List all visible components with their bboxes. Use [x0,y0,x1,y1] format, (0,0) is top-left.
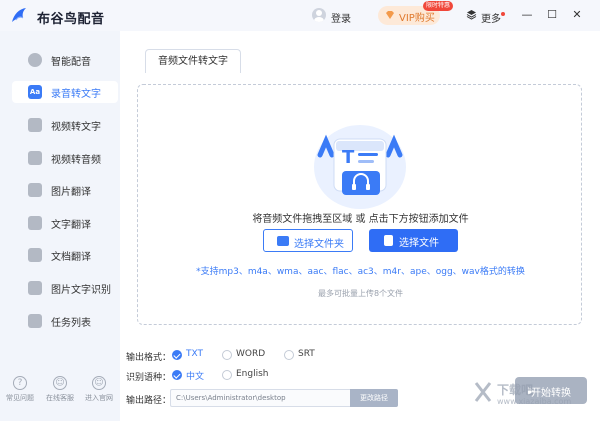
change-path-button[interactable]: 更改路径 [350,389,398,407]
upload-limit: 最多可批量上传8个文件 [317,289,404,298]
sidebar-item-document-translate[interactable]: 文档翻译 [12,244,118,266]
vip-promo-badge: 限时特惠 [423,1,454,11]
footer-label: 进入官网 [85,394,113,402]
main-panel: 音频文件转文字 T 将音频文件拖拽至区域 或 点击下方按钮添加文件 选择文件夹 … [120,31,600,421]
title-bar: 布谷鸟配音 登录 VIP购买 限时特惠 更多 — ☐ ✕ [0,0,600,31]
smart-dubbing-icon [28,53,42,67]
sidebar-item-label: 任务列表 [51,318,91,329]
document-translate-icon [28,248,42,262]
ocr-icon [28,281,42,295]
sidebar-item-label: 智能配音 [51,57,91,68]
sidebar-item-recording-to-text[interactable]: Aa 录音转文字 [12,81,118,103]
file-dropzone[interactable]: T 将音频文件拖拽至区域 或 点击下方按钮添加文件 选择文件夹 选择文件 *支持… [137,84,582,325]
sidebar-item-label: 视频转音频 [51,155,101,166]
diamond-icon [386,11,394,19]
supported-formats: *支持mp3、m4a、wma、aac、flac、ac3、m4r、ape、ogg、… [196,267,525,277]
output-path-field[interactable]: C:\Users\Administrator\desktop [170,389,350,407]
sidebar-item-label: 图片文字识别 [51,285,111,296]
format-word-radio[interactable] [222,350,232,360]
image-translate-icon [28,183,42,197]
sidebar-item-label: 录音转文字 [51,89,101,100]
video-to-audio-icon [28,151,42,165]
app-logo-icon [12,8,26,22]
watermark-text: 下载吧 [497,383,534,397]
website-icon: ☺ [92,376,106,390]
svg-text:T: T [342,147,355,168]
text-translate-icon [28,216,42,230]
output-format-label: 输出格式： [126,353,172,363]
language-english-label: English [236,369,269,379]
output-path-label: 输出路径： [126,396,172,406]
format-srt-radio[interactable] [284,350,294,360]
more-button[interactable]: 更多 [481,10,501,25]
sidebar-item-text-translate[interactable]: 文字翻译 [12,212,118,234]
vip-label: VIP购买 [399,13,435,24]
close-button[interactable]: ✕ [569,6,585,24]
footer-label: 常见问题 [6,394,34,402]
sidebar-item-label: 视频转文字 [51,122,101,133]
customer-service-icon: ☺ [53,376,67,390]
format-word-label: WORD [236,349,266,359]
sidebar-item-label: 文字翻译 [51,220,91,231]
sidebar-item-task-list[interactable]: 任务列表 [12,310,118,332]
dropzone-hint: 将音频文件拖拽至区域 或 点击下方按钮添加文件 [252,214,469,225]
tab-audio-to-text[interactable]: 音频文件转文字 [145,49,241,73]
user-avatar-icon[interactable] [312,8,326,22]
select-file-label: 选择文件 [399,238,439,249]
website-button[interactable]: ☺ 进入官网 [81,376,117,416]
sidebar-item-label: 图片翻译 [51,187,91,198]
customer-service-button[interactable]: ☺ 在线客服 [42,376,78,416]
layers-icon[interactable] [466,9,477,20]
file-icon [384,235,393,246]
recording-to-text-icon: Aa [28,85,42,99]
format-txt-label: TXT [186,349,204,359]
language-chinese-radio[interactable] [172,370,182,380]
minimize-button[interactable]: — [519,6,535,24]
notification-dot [501,12,505,16]
footer-label: 在线客服 [46,394,74,402]
watermark-logo-icon [474,382,492,402]
sidebar-item-ocr[interactable]: 图片文字识别 [12,277,118,299]
video-to-text-icon [28,118,42,132]
sidebar-item-image-translate[interactable]: 图片翻译 [12,179,118,201]
language-english-radio[interactable] [222,370,232,380]
select-folder-label: 选择文件夹 [294,239,344,250]
sidebar-item-smart-dubbing[interactable]: 智能配音 [12,49,118,71]
help-icon: ? [13,376,27,390]
format-txt-radio[interactable] [172,350,182,360]
upload-illustration-icon: T [314,125,406,209]
folder-icon [277,236,289,246]
sidebar-item-label: 文档翻译 [51,252,91,263]
app-title: 布谷鸟配音 [37,12,105,27]
sidebar: 智能配音 Aa 录音转文字 视频转文字 视频转音频 图片翻译 文字翻译 文档翻译… [0,31,120,421]
login-button[interactable]: 登录 [331,10,351,25]
watermark-url: www.xiazaiba.com [497,397,572,406]
task-list-icon [28,314,42,328]
help-button[interactable]: ? 常见问题 [2,376,38,416]
sidebar-item-video-to-audio[interactable]: 视频转音频 [12,147,118,169]
sidebar-item-video-to-text[interactable]: 视频转文字 [12,114,118,136]
select-file-button[interactable]: 选择文件 [369,229,458,252]
maximize-button[interactable]: ☐ [544,6,560,24]
select-folder-button[interactable]: 选择文件夹 [263,229,353,252]
language-chinese-label: 中文 [186,372,205,382]
format-srt-label: SRT [298,349,315,359]
language-label: 识别语种： [126,373,172,383]
